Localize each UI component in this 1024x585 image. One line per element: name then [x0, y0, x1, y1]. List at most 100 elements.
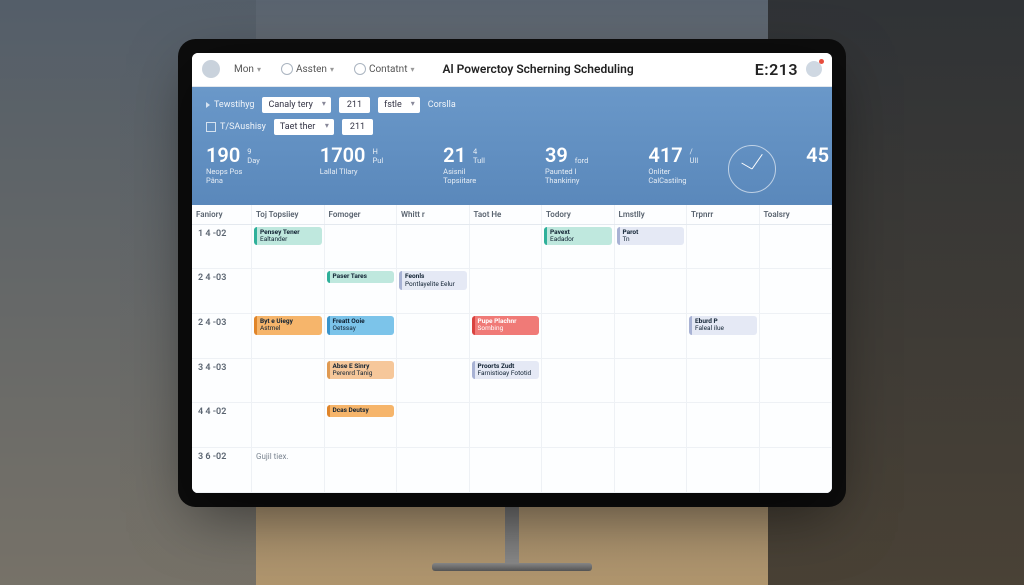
column-header[interactable]: Todory	[542, 205, 615, 224]
calendar-cell[interactable]	[687, 359, 760, 404]
calendar-cell[interactable]	[760, 225, 833, 270]
top-bar: Mon ▾ Assten ▾ Contatnt ▾ Al Powerctoy S…	[192, 53, 832, 87]
nav-label: Contatnt	[369, 64, 408, 75]
calendar-cell[interactable]	[760, 448, 833, 493]
calendar-event[interactable]: Paser Tares	[327, 271, 395, 282]
calendar-cell[interactable]: Pupe PlachnrSombing	[470, 314, 543, 359]
calendar-cell[interactable]	[615, 403, 688, 448]
calendar-cell[interactable]	[615, 269, 688, 314]
calendar-event[interactable]: Freatt OoieOetssay	[327, 316, 395, 335]
calendar-cell[interactable]	[252, 359, 325, 404]
calendar-event[interactable]: Byt e UiegyAstmel	[254, 316, 322, 335]
footer-note: Gujil tiex.	[256, 452, 289, 461]
calendar-cell[interactable]	[760, 314, 833, 359]
nav-item-2[interactable]: Contatnt ▾	[348, 60, 421, 78]
calendar-cell[interactable]	[542, 359, 615, 404]
filter-row-1: Tewstihyg Canaly tery 211 fstle Corslla	[206, 97, 818, 113]
stat-label: Paunted l Thankiriny	[545, 167, 588, 185]
clock-icon	[728, 145, 776, 193]
calendar-cell[interactable]	[687, 403, 760, 448]
time-label: 2 4 -03	[192, 269, 252, 314]
nav-label: Assten	[296, 64, 327, 75]
filter-row-2: T/SAushisy Taet ther 211	[206, 119, 818, 135]
calendar-cell[interactable]	[397, 225, 470, 270]
chevron-down-icon: ▾	[257, 65, 261, 74]
ghost-button[interactable]: Corslla	[428, 100, 456, 110]
calendar-cell[interactable]	[325, 225, 398, 270]
calendar-cell[interactable]	[397, 359, 470, 404]
column-header[interactable]: Taot He	[470, 205, 543, 224]
calendar-event[interactable]: FeonlsPontlayelite Eelur	[399, 271, 467, 290]
stat-card: 1700H Pul Lallal Tllary	[320, 145, 383, 176]
calendar-cell[interactable]	[470, 225, 543, 270]
calendar-cell[interactable]	[470, 448, 543, 493]
calendar-cell[interactable]	[687, 269, 760, 314]
column-header[interactable]: Trpnrr	[687, 205, 760, 224]
calendar-cell[interactable]	[615, 359, 688, 404]
calendar-cell[interactable]: FeonlsPontlayelite Eelur	[397, 269, 470, 314]
calendar-cell[interactable]	[470, 403, 543, 448]
stat-value: 417	[648, 145, 682, 165]
calendar-cell[interactable]: Freatt OoieOetssay	[325, 314, 398, 359]
calendar-cell[interactable]	[687, 448, 760, 493]
column-header[interactable]: Lmstlly	[615, 205, 688, 224]
calendar-cell[interactable]: PavextEadador	[542, 225, 615, 270]
calendar-cell[interactable]: Byt e UiegyAstmel	[252, 314, 325, 359]
calendar-cell[interactable]	[760, 269, 833, 314]
calendar-cell[interactable]	[325, 448, 398, 493]
calendar-cell[interactable]	[397, 403, 470, 448]
calendar-event[interactable]: Proorts ZudtFarnistioay Fototid	[472, 361, 540, 380]
calendar-event[interactable]: Pupe PlachnrSombing	[472, 316, 540, 335]
avatar[interactable]	[202, 60, 220, 78]
calendar-cell[interactable]	[397, 448, 470, 493]
calendar-event[interactable]: Abse E SinryPerenrd Tanig	[327, 361, 395, 380]
calendar-cell[interactable]	[252, 269, 325, 314]
calendar-header: FanioryToj TopsiieyFomogerWhitt rTaot He…	[192, 205, 832, 225]
calendar-cell[interactable]: Proorts ZudtFarnistioay Fototid	[470, 359, 543, 404]
calendar-cell[interactable]	[687, 225, 760, 270]
calendar-cell[interactable]	[615, 448, 688, 493]
user-avatar[interactable]	[806, 61, 822, 77]
stat-card: 39ford Paunted l Thankiriny	[545, 145, 588, 185]
time-label: 1 4 -02	[192, 225, 252, 270]
calendar-cell[interactable]	[760, 359, 833, 404]
calendar-cell[interactable]: Gujil tiex.	[252, 448, 325, 493]
stat-label: Onliter CalCastilng	[648, 167, 698, 185]
calendar-event[interactable]: ParotTn	[617, 227, 685, 246]
calendar-cell[interactable]: ParotTn	[615, 225, 688, 270]
column-header[interactable]: Toj Topsiiey	[252, 205, 325, 224]
calendar-cell[interactable]	[760, 403, 833, 448]
nav-item-0[interactable]: Mon ▾	[228, 61, 267, 78]
column-header[interactable]: Fomoger	[325, 205, 398, 224]
column-header[interactable]: Whitt r	[397, 205, 470, 224]
circle-icon	[281, 63, 293, 75]
value-pill: 211	[339, 97, 370, 113]
stat-value: 1700	[320, 145, 366, 165]
calendar-cell[interactable]	[542, 403, 615, 448]
calendar-cell[interactable]: Dcas Deutsy	[325, 403, 398, 448]
calendar-cell[interactable]	[615, 314, 688, 359]
calendar-cell[interactable]: Eburd PFaleal ilue	[687, 314, 760, 359]
calendar-event[interactable]: Eburd PFaleal ilue	[689, 316, 757, 335]
filter-label: T/SAushisy	[206, 122, 266, 132]
calendar-event[interactable]: Dcas Deutsy	[327, 405, 395, 416]
dropdown-fstle[interactable]: fstle	[378, 97, 420, 113]
calendar-cell[interactable]	[542, 448, 615, 493]
time-label: 4 4 -02	[192, 403, 252, 448]
calendar-cell[interactable]: Abse E SinryPerenrd Tanig	[325, 359, 398, 404]
dropdown-taet[interactable]: Taet ther	[274, 119, 334, 135]
calendar-event[interactable]: Pensey TenerEaltander	[254, 227, 322, 246]
calendar-cell[interactable]	[542, 314, 615, 359]
calendar-cell[interactable]	[470, 269, 543, 314]
column-header[interactable]: Toalsry	[760, 205, 833, 224]
calendar-cell[interactable]	[542, 269, 615, 314]
stat-value: 190	[206, 145, 240, 165]
calendar-cell[interactable]	[397, 314, 470, 359]
dropdown-canaly[interactable]: Canaly tery	[262, 97, 330, 113]
nav-item-1[interactable]: Assten ▾	[275, 60, 340, 78]
stat-value: 45	[806, 145, 829, 165]
calendar-event[interactable]: PavextEadador	[544, 227, 612, 246]
calendar-cell[interactable]	[252, 403, 325, 448]
calendar-cell[interactable]: Pensey TenerEaltander	[252, 225, 325, 270]
calendar-cell[interactable]: Paser Tares	[325, 269, 398, 314]
